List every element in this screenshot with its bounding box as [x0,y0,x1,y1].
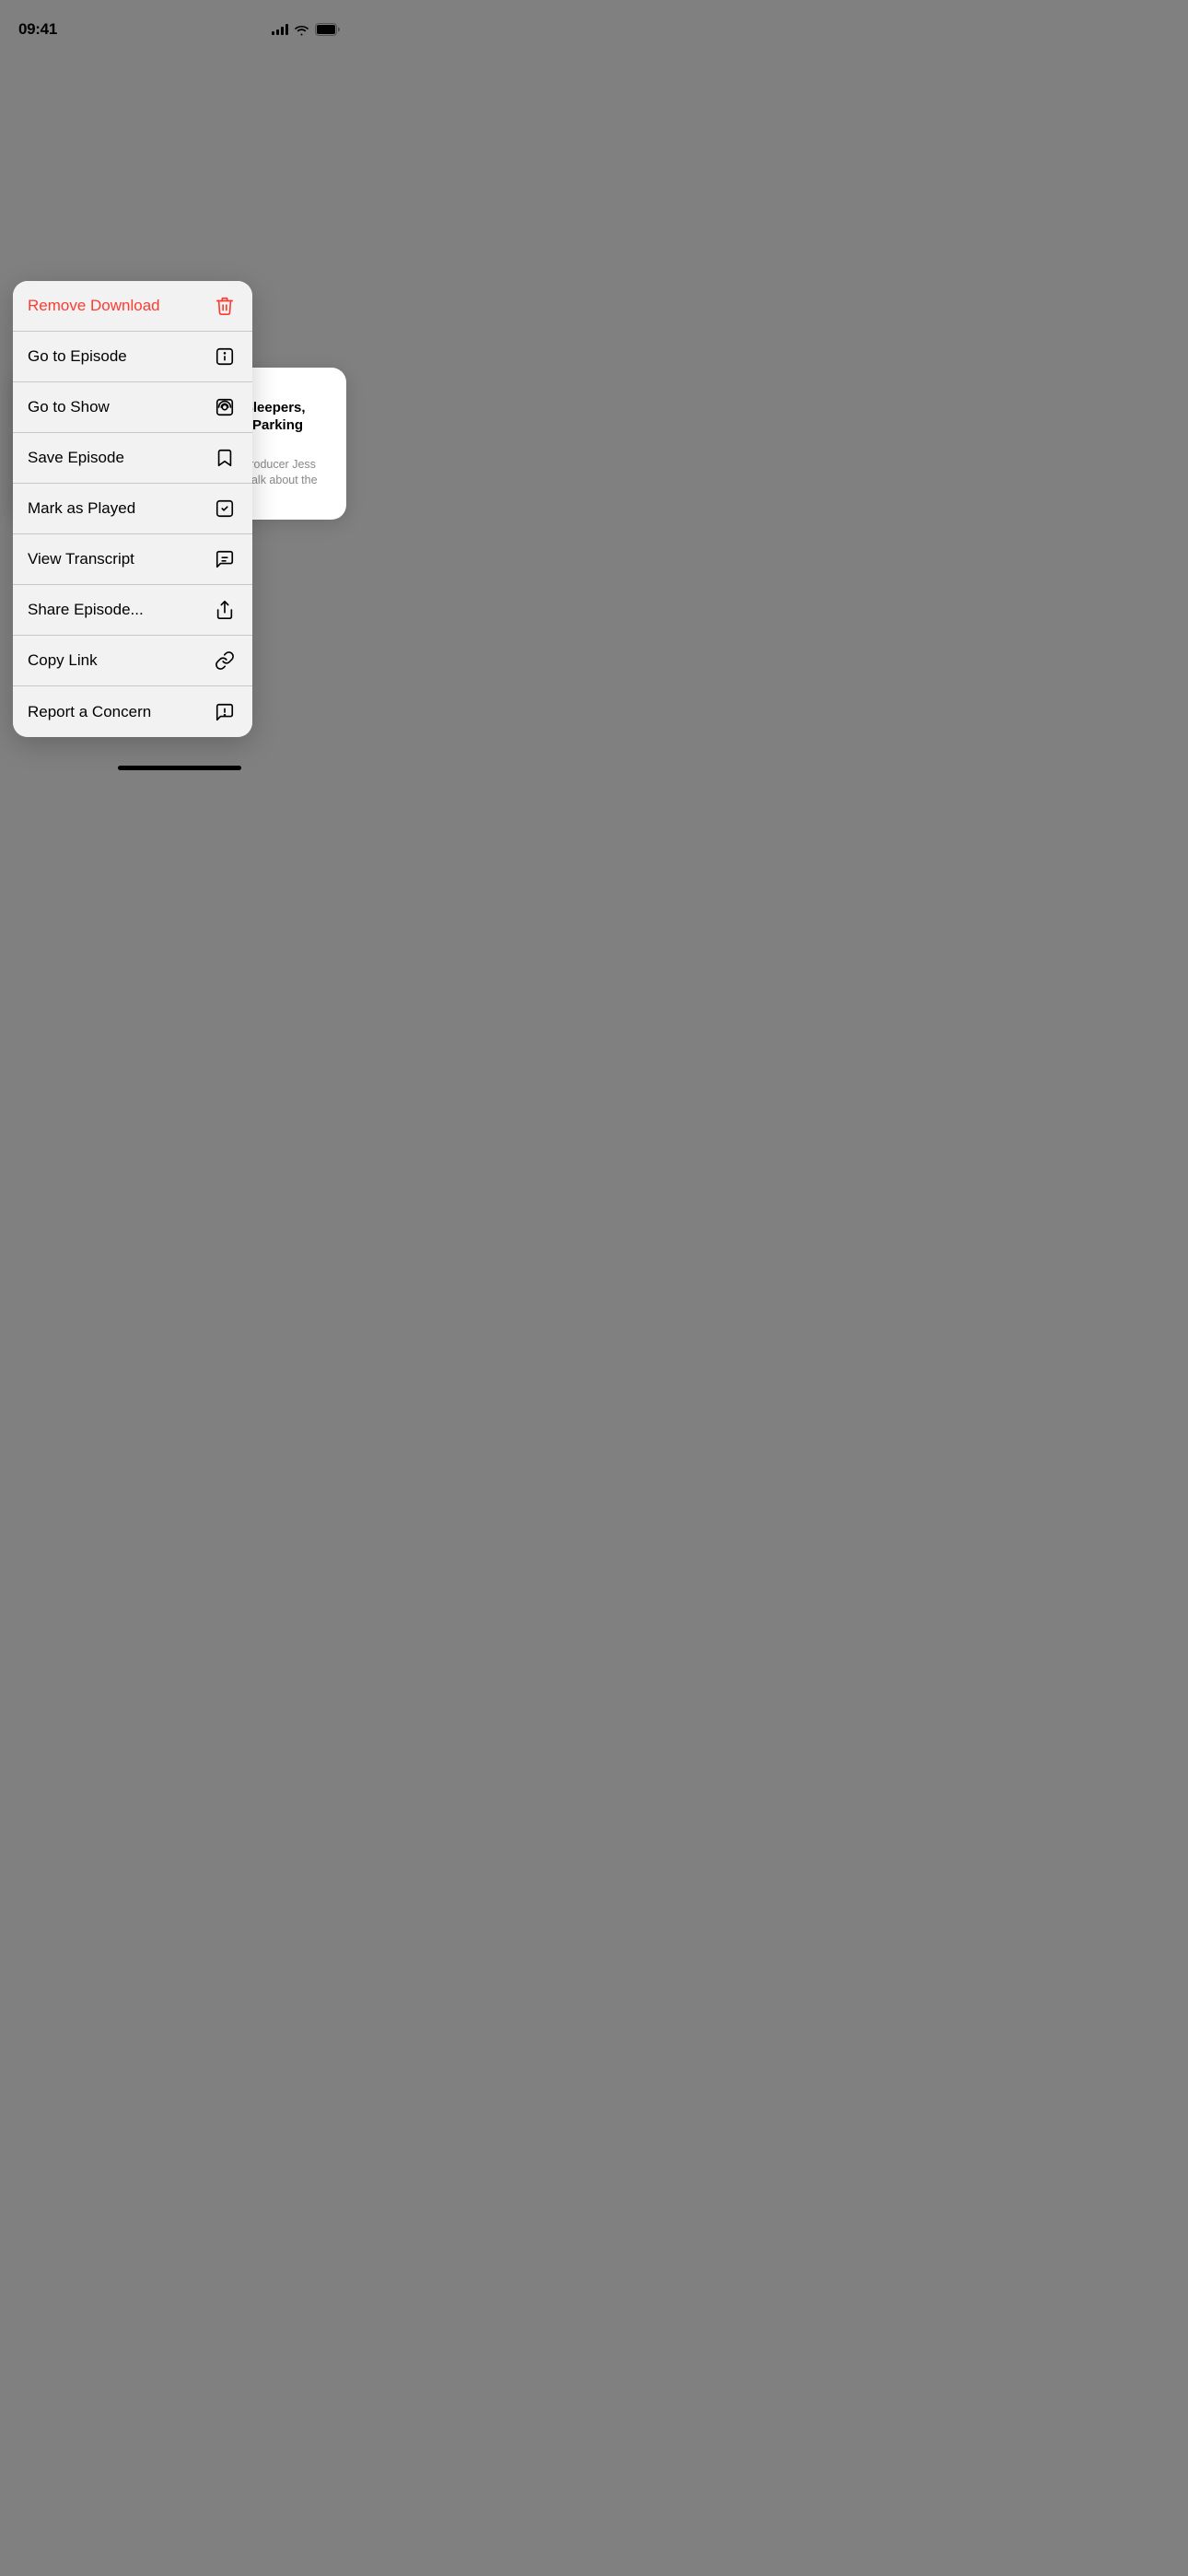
trash-icon [212,293,238,319]
save-episode-label: Save Episode [28,449,124,467]
remove-download-label: Remove Download [28,297,160,315]
context-menu: Remove Download Go to Episode Go to Show [13,281,252,737]
share-episode-item[interactable]: Share Episode... [13,585,252,636]
view-transcript-label: View Transcript [28,550,134,568]
share-episode-label: Share Episode... [28,601,144,619]
share-icon [212,597,238,623]
podcast-icon [212,394,238,420]
mark-as-played-label: Mark as Played [28,499,135,518]
home-indicator [118,766,241,770]
go-to-episode-item[interactable]: Go to Episode [13,332,252,382]
copy-link-item[interactable]: Copy Link [13,636,252,686]
go-to-show-item[interactable]: Go to Show [13,382,252,433]
status-icons [272,23,341,36]
status-time: 09:41 [18,20,57,39]
battery-icon [315,23,341,36]
info-icon [212,344,238,369]
report-concern-item[interactable]: Report a Concern [13,686,252,737]
transcript-icon [212,546,238,572]
bookmark-icon [212,445,238,471]
remove-download-item[interactable]: Remove Download [13,281,252,332]
go-to-episode-label: Go to Episode [28,347,127,366]
copy-link-label: Copy Link [28,651,98,670]
report-concern-label: Report a Concern [28,703,151,721]
check-square-icon [212,496,238,521]
signal-bars-icon [272,24,288,35]
save-episode-item[interactable]: Save Episode [13,433,252,484]
go-to-show-label: Go to Show [28,398,110,416]
wifi-icon [294,24,309,36]
link-icon [212,648,238,673]
view-transcript-item[interactable]: View Transcript [13,534,252,585]
status-bar: 09:41 [0,0,359,46]
mark-as-played-item[interactable]: Mark as Played [13,484,252,534]
report-icon [212,699,238,725]
